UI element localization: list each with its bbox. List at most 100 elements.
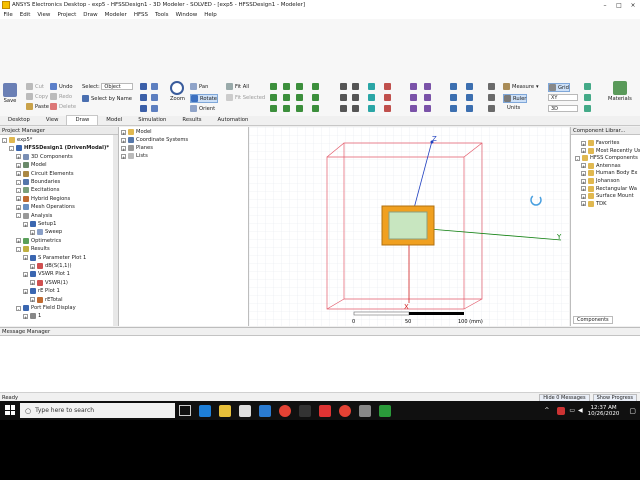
scale-icon[interactable] xyxy=(424,94,431,101)
view-icon[interactable] xyxy=(151,105,158,112)
move-icon[interactable] xyxy=(410,83,417,90)
global-cs-icon[interactable] xyxy=(466,83,473,90)
draw-cylinder-icon[interactable] xyxy=(270,94,277,101)
save-button[interactable]: Save xyxy=(3,83,17,104)
project-tree-item[interactable]: - exp5* xyxy=(2,136,32,144)
cut-button[interactable]: Cut xyxy=(26,83,44,90)
expand-toggle[interactable]: + xyxy=(581,201,586,207)
expand-toggle[interactable]: - xyxy=(2,137,7,144)
project-tree-item[interactable]: + Sweep xyxy=(30,228,62,236)
network-icon[interactable]: ▭ xyxy=(569,407,575,414)
tray-chevron-icon[interactable]: ^ xyxy=(544,407,549,414)
app-icon-2[interactable] xyxy=(319,404,331,417)
windows-start-icon[interactable] xyxy=(5,405,15,415)
expand-toggle[interactable]: + xyxy=(581,163,586,169)
notification-icon[interactable]: ▢ xyxy=(629,407,636,415)
expand-toggle[interactable]: - xyxy=(16,179,21,186)
duplicate-icon[interactable] xyxy=(424,83,431,90)
expand-toggle[interactable]: + xyxy=(16,154,21,160)
draw-bondwire-icon[interactable] xyxy=(296,105,303,112)
hide-icon[interactable] xyxy=(151,83,158,90)
plane-select[interactable]: XY xyxy=(548,94,578,101)
snap-grid-icon[interactable] xyxy=(488,94,495,101)
face-cs-icon[interactable] xyxy=(450,94,457,101)
tab-components[interactable]: Components xyxy=(573,316,613,324)
expand-toggle[interactable]: - xyxy=(9,145,14,152)
draw-plane-icon[interactable] xyxy=(352,94,359,101)
clock-time[interactable]: 12:37 AM xyxy=(588,405,620,411)
draw-point-icon[interactable] xyxy=(352,83,359,90)
zoom-button[interactable]: Zoom xyxy=(170,81,185,102)
expand-toggle[interactable]: - xyxy=(16,213,21,219)
tab-automation[interactable]: Automation xyxy=(210,116,257,125)
menu-modeler[interactable]: Modeler xyxy=(101,12,130,18)
select-edge-icon[interactable] xyxy=(140,105,147,112)
project-tree-item[interactable]: +1 xyxy=(23,312,41,320)
menu-help[interactable]: Help xyxy=(201,12,221,18)
close-button[interactable]: × xyxy=(626,2,640,9)
show-icon[interactable] xyxy=(151,94,158,101)
pan-button[interactable]: Pan xyxy=(190,83,208,90)
draw-arc-icon[interactable] xyxy=(340,94,347,101)
snap-icon[interactable] xyxy=(488,83,495,90)
draw-spiral-icon[interactable] xyxy=(296,94,303,101)
object-icon[interactable] xyxy=(584,105,591,112)
chrome-icon[interactable] xyxy=(279,404,291,417)
expand-toggle[interactable]: + xyxy=(581,193,586,200)
project-tree-item[interactable]: + rE Plot 1 xyxy=(23,287,60,295)
draw-box-icon[interactable] xyxy=(270,83,277,90)
select-by-name-button[interactable]: Select by Name xyxy=(82,95,132,102)
subtract-icon[interactable] xyxy=(368,105,375,112)
expand-toggle[interactable]: + xyxy=(23,271,28,278)
expand-toggle[interactable]: + xyxy=(30,229,35,236)
tab-view[interactable]: View xyxy=(38,116,67,125)
expand-toggle[interactable]: - xyxy=(575,155,580,162)
expand-toggle[interactable]: + xyxy=(16,196,21,202)
materials-button[interactable]: Materials xyxy=(608,81,632,102)
project-tree-item[interactable]: - Port Field Display xyxy=(16,304,76,312)
tray-icon[interactable] xyxy=(557,406,566,415)
expand-toggle[interactable]: + xyxy=(581,178,586,185)
paste-button[interactable]: Paste xyxy=(26,103,49,110)
menu-file[interactable]: File xyxy=(0,12,16,18)
cs-list-icon[interactable] xyxy=(466,105,473,112)
draw-polyhedron-icon[interactable] xyxy=(296,83,303,90)
fit-all-button[interactable]: Fit All xyxy=(226,83,249,90)
delete-button[interactable]: Delete xyxy=(50,103,76,110)
ruler-button[interactable]: Ruler xyxy=(503,94,528,103)
draw-sphere-icon[interactable] xyxy=(270,105,277,112)
expand-toggle[interactable]: - xyxy=(16,305,21,312)
tab-results[interactable]: Results xyxy=(174,116,209,125)
app-icon-1[interactable] xyxy=(299,404,311,417)
project-tree-item[interactable]: + S Parameter Plot 1 xyxy=(23,254,86,262)
draw-circle-icon[interactable] xyxy=(312,94,319,101)
project-tree-item[interactable]: + Model xyxy=(16,161,47,169)
menu-hfss[interactable]: HFSS xyxy=(130,12,151,18)
project-tree-item[interactable]: + Optimetrics xyxy=(16,237,61,245)
select-face-icon[interactable] xyxy=(140,94,147,101)
orient-button[interactable]: Orient xyxy=(190,105,215,112)
tree-item-model[interactable]: + Model xyxy=(121,128,152,136)
maximize-button[interactable]: □ xyxy=(612,2,626,9)
expand-toggle[interactable]: + xyxy=(23,255,28,261)
tree-item-coordinate-systems[interactable]: + Coordinate Systems xyxy=(121,136,188,144)
task-view-icon[interactable] xyxy=(179,405,191,416)
expand-toggle[interactable]: + xyxy=(16,171,21,177)
draw-torus-icon[interactable] xyxy=(283,94,290,101)
rotate-button[interactable]: Rotate xyxy=(190,94,218,103)
menu-window[interactable]: Window xyxy=(172,12,201,18)
expand-toggle[interactable]: + xyxy=(30,280,35,286)
volume-icon[interactable]: ◀ xyxy=(578,407,583,414)
clock-date[interactable]: 10/26/2020 xyxy=(588,411,620,417)
modeler-viewport[interactable]: Z Y X 0 50 100 (mm) xyxy=(249,127,569,326)
select-mode[interactable]: Select: Object xyxy=(82,83,134,90)
draw-function-icon[interactable] xyxy=(352,105,359,112)
expand-toggle[interactable]: - xyxy=(16,246,21,253)
project-tree-item[interactable]: + Mesh Operations xyxy=(16,203,75,211)
draw-ellipse-icon[interactable] xyxy=(312,105,319,112)
expand-toggle[interactable]: + xyxy=(23,221,28,228)
expand-toggle[interactable]: + xyxy=(30,263,35,270)
store-icon[interactable] xyxy=(239,404,251,417)
expand-toggle[interactable]: + xyxy=(23,288,28,295)
project-tree-item[interactable]: +3D Components xyxy=(16,153,73,161)
